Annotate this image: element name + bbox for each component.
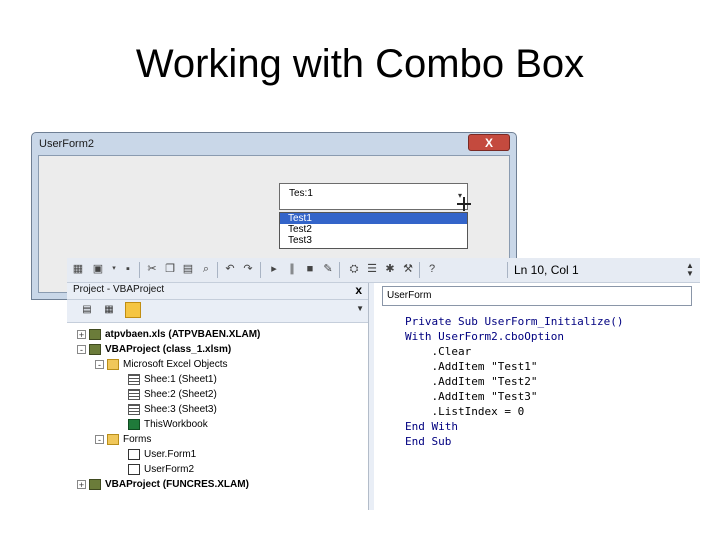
tree-item-label: ThisWorkbook xyxy=(144,419,208,430)
project-explorer-icon[interactable]: ⛭ xyxy=(347,262,361,276)
undo-icon[interactable]: ↶ xyxy=(223,262,237,276)
project-explorer: Project - VBAProject x ▤ ▦ ▼ + atpvbaen.x… xyxy=(67,283,369,510)
paste-icon[interactable]: ▤ xyxy=(181,262,195,276)
combo-value: Tes:1 xyxy=(289,188,313,199)
find-icon[interactable]: ⌕ xyxy=(199,262,213,276)
tree-item[interactable]: + VBAProject (FUNCRES.XLAM) xyxy=(77,477,249,492)
workbook-icon xyxy=(128,418,140,430)
properties-icon[interactable]: ☰ xyxy=(365,262,379,276)
tree-item-label: Forms xyxy=(123,434,152,445)
vba-project-icon xyxy=(89,328,101,340)
insert-userform-icon[interactable]: ▣ xyxy=(91,262,105,276)
tree-item[interactable]: - VBAProject (class_1.xlsm) xyxy=(77,342,231,357)
code-window[interactable]: UserForm Private Sub UserForm_Initialize… xyxy=(374,283,700,510)
tree-item-label: VBAProject (FUNCRES.XLAM) xyxy=(105,479,249,490)
tree-item[interactable]: User.Form1 xyxy=(128,447,196,462)
sheet-icon xyxy=(128,373,140,385)
tree-item[interactable]: Shee:2 (Sheet2) xyxy=(128,387,217,402)
run-icon[interactable]: ▸ xyxy=(267,262,281,276)
expand-icon[interactable]: + xyxy=(77,329,86,339)
sheet-icon xyxy=(128,388,140,400)
chevron-down-icon[interactable]: ▾ xyxy=(107,262,121,276)
save-icon[interactable]: ▪ xyxy=(121,262,135,276)
combo-option[interactable]: Test2 xyxy=(280,224,467,235)
vba-project-icon xyxy=(89,343,101,355)
tree-item[interactable]: - Forms xyxy=(95,432,151,447)
toggle-folders-icon[interactable] xyxy=(125,302,141,318)
form-icon xyxy=(128,448,140,460)
object-combo-value: UserForm xyxy=(387,290,432,301)
project-explorer-header: Project - VBAProject x xyxy=(67,283,368,300)
stop-icon[interactable]: ■ xyxy=(303,262,317,276)
design-mode-icon[interactable]: ✎ xyxy=(321,262,335,276)
tree-item[interactable]: - Microsoft Excel Objects xyxy=(95,357,227,372)
tree-item[interactable]: + atpvbaen.xls (ATPVBAEN.XLAM) xyxy=(77,327,260,342)
view-object-icon[interactable]: ▦ xyxy=(101,302,117,318)
vba-project-icon xyxy=(89,478,101,490)
userform-title: UserForm2 xyxy=(39,138,95,150)
slide-title: Working with Combo Box xyxy=(135,42,585,86)
project-explorer-title: Project - VBAProject xyxy=(73,284,165,295)
redo-icon[interactable]: ↷ xyxy=(241,262,255,276)
code-line: .AddItem "Test3" xyxy=(405,390,538,403)
project-explorer-toolbar: ▤ ▦ ▼ xyxy=(67,300,368,323)
code-line: .AddItem "Test1" xyxy=(405,360,538,373)
tree-item-label: Microsoft Excel Objects xyxy=(123,359,228,370)
vbe-toolbar: ▦ ▣ ▾ ▪ ✂ ❐ ▤ ⌕ ↶ ↷ ▸ ∥ ■ ✎ ⛭ ☰ ✱ ⚒ ? Ln… xyxy=(67,258,700,283)
cursor-position: Ln 10, Col 1 xyxy=(514,263,579,277)
code-line: Private Sub UserForm_Initialize() xyxy=(405,315,624,328)
pause-icon[interactable]: ∥ xyxy=(285,262,299,276)
view-code-icon[interactable]: ▤ xyxy=(79,302,95,318)
tree-item-label: VBAProject (class_1.xlsm) xyxy=(105,344,232,355)
code-line: End Sub xyxy=(405,435,452,448)
combo-option[interactable]: Test1 xyxy=(280,213,467,224)
excel-icon[interactable]: ▦ xyxy=(71,262,85,276)
chevron-down-icon[interactable]: ▼ xyxy=(356,305,364,313)
tree-item[interactable]: ThisWorkbook xyxy=(128,417,208,432)
form-icon xyxy=(128,463,140,475)
tree-item[interactable]: UserForm2 xyxy=(128,462,194,477)
folder-icon xyxy=(107,433,119,445)
object-browser-icon[interactable]: ✱ xyxy=(383,262,397,276)
toolbox-icon[interactable]: ⚒ xyxy=(401,262,415,276)
expand-icon[interactable]: + xyxy=(77,479,86,489)
tree-item-label: Shee:3 (Sheet3) xyxy=(144,404,217,415)
tree-item-label: atpvbaen.xls (ATPVBAEN.XLAM) xyxy=(105,329,261,340)
code-line: .ListIndex = 0 xyxy=(405,405,525,418)
toolbar-options-icon[interactable]: ▲ ▼ xyxy=(686,262,696,278)
tree-item-label: User.Form1 xyxy=(144,449,197,460)
code-line: End With xyxy=(405,420,458,433)
cut-icon[interactable]: ✂ xyxy=(145,262,159,276)
collapse-icon[interactable]: - xyxy=(77,344,86,354)
close-icon[interactable]: x xyxy=(355,283,362,297)
vba-editor: ▦ ▣ ▾ ▪ ✂ ❐ ▤ ⌕ ↶ ↷ ▸ ∥ ■ ✎ ⛭ ☰ ✱ ⚒ ? Ln… xyxy=(67,258,700,510)
help-icon[interactable]: ? xyxy=(425,262,439,276)
code-line: .AddItem "Test2" xyxy=(405,375,538,388)
code-editor[interactable]: Private Sub UserForm_Initialize() With U… xyxy=(405,314,624,449)
collapse-icon[interactable]: - xyxy=(95,434,104,444)
crosshair-cursor-icon xyxy=(457,197,471,211)
combo-dropdown-list[interactable]: Test1 Test2 Test3 xyxy=(279,212,468,249)
combo-option[interactable]: Test3 xyxy=(280,235,467,246)
tree-item-label: Shee:1 (Sheet1) xyxy=(144,374,217,385)
folder-icon xyxy=(107,358,119,370)
tree-item[interactable]: Shee:3 (Sheet3) xyxy=(128,402,217,417)
collapse-icon[interactable]: - xyxy=(95,359,104,369)
object-combo[interactable]: UserForm xyxy=(382,286,692,306)
tree-item-label: UserForm2 xyxy=(144,464,195,475)
code-line: .Clear xyxy=(405,345,472,358)
code-line: With UserForm2.cboOption xyxy=(405,330,564,343)
copy-icon[interactable]: ❐ xyxy=(163,262,177,276)
combo-box[interactable]: Tes:1 ▾ xyxy=(279,183,468,210)
close-button[interactable]: X xyxy=(468,134,510,151)
tree-item-label: Shee:2 (Sheet2) xyxy=(144,389,217,400)
tree-item[interactable]: Shee:1 (Sheet1) xyxy=(128,372,217,387)
sheet-icon xyxy=(128,403,140,415)
